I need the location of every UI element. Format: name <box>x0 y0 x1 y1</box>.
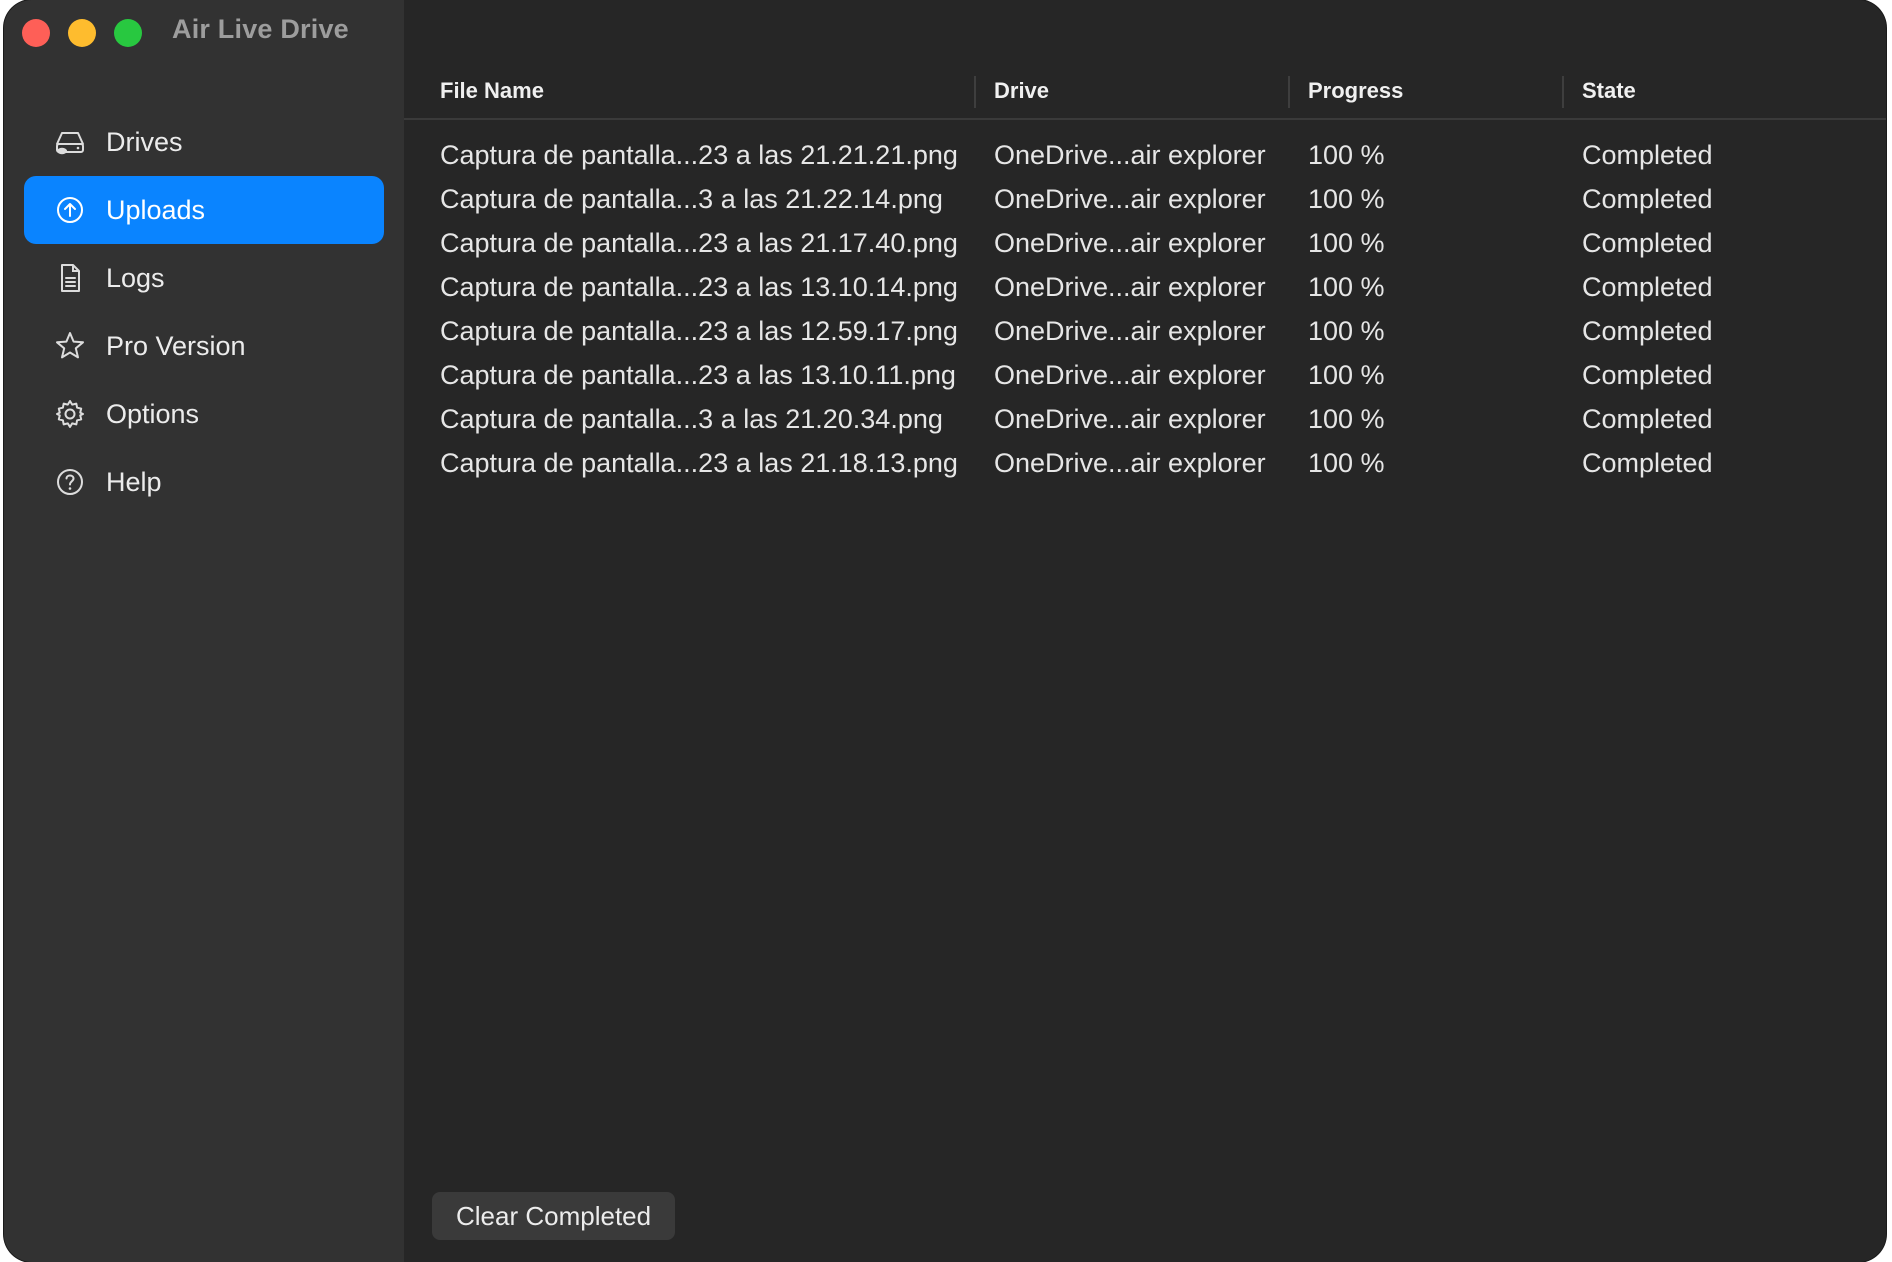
sidebar-item-label: Drives <box>106 126 183 157</box>
sidebar-item-drives[interactable]: Drives <box>24 108 384 176</box>
table-header: File Name Drive Progress State <box>404 64 1886 120</box>
star-icon <box>48 324 92 368</box>
document-icon <box>48 256 92 300</box>
sidebar: Air Live Drive Drives Uploads Logs Pro V… <box>4 0 404 1262</box>
uploads-panel: File Name Drive Progress State Captura d… <box>404 64 1886 1262</box>
state-cell: Completed <box>1582 228 1713 258</box>
sidebar-item-label: Uploads <box>106 194 206 225</box>
column-divider[interactable] <box>974 76 976 108</box>
drive-cell: OneDrive...air explorer <box>994 360 1266 390</box>
minimize-window-button[interactable] <box>68 19 96 47</box>
drive-cell: OneDrive...air explorer <box>994 448 1266 478</box>
sidebar-item-help[interactable]: Help <box>24 448 384 516</box>
sidebar-item-label: Options <box>106 398 200 429</box>
help-icon <box>48 460 92 504</box>
table-row[interactable]: Captura de pantalla...23 a las 21.17.40.… <box>404 222 1886 266</box>
progress-cell: 100 % <box>1308 228 1385 258</box>
table-row[interactable]: Captura de pantalla...3 a las 21.20.34.p… <box>404 398 1886 442</box>
state-cell: Completed <box>1582 272 1713 302</box>
table-row[interactable]: Captura de pantalla...23 a las 21.18.13.… <box>404 442 1886 486</box>
column-header-progress[interactable]: Progress <box>1308 78 1403 104</box>
table-row[interactable]: Captura de pantalla...23 a las 13.10.11.… <box>404 354 1886 398</box>
progress-cell: 100 % <box>1308 448 1385 478</box>
file-name-cell: Captura de pantalla...23 a las 21.21.21.… <box>440 140 958 170</box>
file-name-cell: Captura de pantalla...23 a las 12.59.17.… <box>440 316 958 346</box>
progress-cell: 100 % <box>1308 140 1385 170</box>
drive-cell: OneDrive...air explorer <box>994 316 1266 346</box>
state-cell: Completed <box>1582 316 1713 346</box>
sidebar-item-options[interactable]: Options <box>24 380 384 448</box>
state-cell: Completed <box>1582 184 1713 214</box>
drive-icon <box>48 120 92 164</box>
file-name-cell: Captura de pantalla...23 a las 13.10.11.… <box>440 360 956 390</box>
drive-cell: OneDrive...air explorer <box>994 184 1266 214</box>
drive-cell: OneDrive...air explorer <box>994 404 1266 434</box>
progress-cell: 100 % <box>1308 360 1385 390</box>
sidebar-item-uploads[interactable]: Uploads <box>24 176 384 244</box>
progress-cell: 100 % <box>1308 404 1385 434</box>
state-cell: Completed <box>1582 448 1713 478</box>
sidebar-nav: Drives Uploads Logs Pro Version Options … <box>24 108 384 516</box>
sidebar-item-pro-version[interactable]: Pro Version <box>24 312 384 380</box>
progress-cell: 100 % <box>1308 184 1385 214</box>
gear-icon <box>48 392 92 436</box>
app-window: Air Live Drive Drives Uploads Logs Pro V… <box>4 0 1886 1262</box>
column-header-drive[interactable]: Drive <box>994 78 1049 104</box>
table-row[interactable]: Captura de pantalla...23 a las 12.59.17.… <box>404 310 1886 354</box>
sidebar-item-label: Logs <box>106 262 165 293</box>
file-name-cell: Captura de pantalla...23 a las 21.17.40.… <box>440 228 958 258</box>
table-row[interactable]: Captura de pantalla...23 a las 21.21.21.… <box>404 134 1886 178</box>
drive-cell: OneDrive...air explorer <box>994 228 1266 258</box>
file-name-cell: Captura de pantalla...3 a las 21.22.14.p… <box>440 184 943 214</box>
titlebar: Air Live Drive <box>4 0 404 64</box>
state-cell: Completed <box>1582 140 1713 170</box>
state-cell: Completed <box>1582 360 1713 390</box>
column-header-file-name[interactable]: File Name <box>440 78 544 104</box>
file-name-cell: Captura de pantalla...3 a las 21.20.34.p… <box>440 404 943 434</box>
table-row[interactable]: Captura de pantalla...23 a las 13.10.14.… <box>404 266 1886 310</box>
sidebar-item-logs[interactable]: Logs <box>24 244 384 312</box>
file-name-cell: Captura de pantalla...23 a las 13.10.14.… <box>440 272 958 302</box>
uploads-table: Captura de pantalla...23 a las 21.21.21.… <box>404 134 1886 486</box>
progress-cell: 100 % <box>1308 272 1385 302</box>
close-window-button[interactable] <box>22 19 50 47</box>
zoom-window-button[interactable] <box>114 19 142 47</box>
clear-completed-button[interactable]: Clear Completed <box>432 1192 676 1240</box>
sidebar-item-label: Pro Version <box>106 330 246 361</box>
progress-cell: 100 % <box>1308 316 1385 346</box>
sidebar-item-label: Help <box>106 466 162 497</box>
drive-cell: OneDrive...air explorer <box>994 272 1266 302</box>
column-header-state[interactable]: State <box>1582 78 1636 104</box>
column-divider[interactable] <box>1562 76 1564 108</box>
window-title: Air Live Drive <box>172 14 349 44</box>
drive-cell: OneDrive...air explorer <box>994 140 1266 170</box>
table-row[interactable]: Captura de pantalla...3 a las 21.22.14.p… <box>404 178 1886 222</box>
file-name-cell: Captura de pantalla...23 a las 21.18.13.… <box>440 448 958 478</box>
upload-icon <box>48 188 92 232</box>
state-cell: Completed <box>1582 404 1713 434</box>
column-divider[interactable] <box>1288 76 1290 108</box>
